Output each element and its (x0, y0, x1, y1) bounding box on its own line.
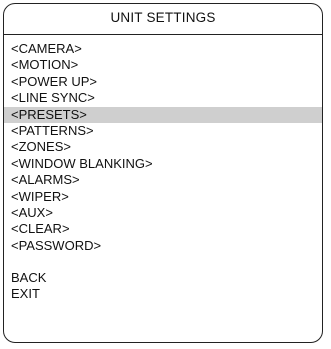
menu-list: <CAMERA> <MOTION> <POWER UP> <LINE SYNC>… (4, 41, 322, 303)
menu-item-motion[interactable]: <MOTION> (4, 57, 322, 73)
menu-item-alarms[interactable]: <ALARMS> (4, 172, 322, 188)
menu-item-wiper[interactable]: <WIPER> (4, 189, 322, 205)
menu-item-clear[interactable]: <CLEAR> (4, 221, 322, 237)
menu-item-power-up[interactable]: <POWER UP> (4, 74, 322, 90)
menu-item-exit[interactable]: EXIT (4, 286, 322, 302)
title-divider (4, 34, 322, 35)
menu-item-patterns[interactable]: <PATTERNS> (4, 123, 322, 139)
menu-item-back[interactable]: BACK (4, 270, 322, 286)
menu-item-password[interactable]: <PASSWORD> (4, 238, 322, 254)
menu-title: UNIT SETTINGS (110, 10, 216, 25)
menu-item-zones[interactable]: <ZONES> (4, 139, 322, 155)
menu-item-presets[interactable]: <PRESETS> (4, 106, 322, 123)
menu-item-aux[interactable]: <AUX> (4, 205, 322, 221)
menu-item-window-blanking[interactable]: <WINDOW BLANKING> (4, 156, 322, 172)
menu-item-line-sync[interactable]: <LINE SYNC> (4, 90, 322, 106)
menu-item-camera[interactable]: <CAMERA> (4, 41, 322, 57)
unit-settings-menu-panel: UNIT SETTINGS <CAMERA> <MOTION> <POWER U… (3, 3, 323, 343)
menu-spacer (4, 254, 322, 270)
